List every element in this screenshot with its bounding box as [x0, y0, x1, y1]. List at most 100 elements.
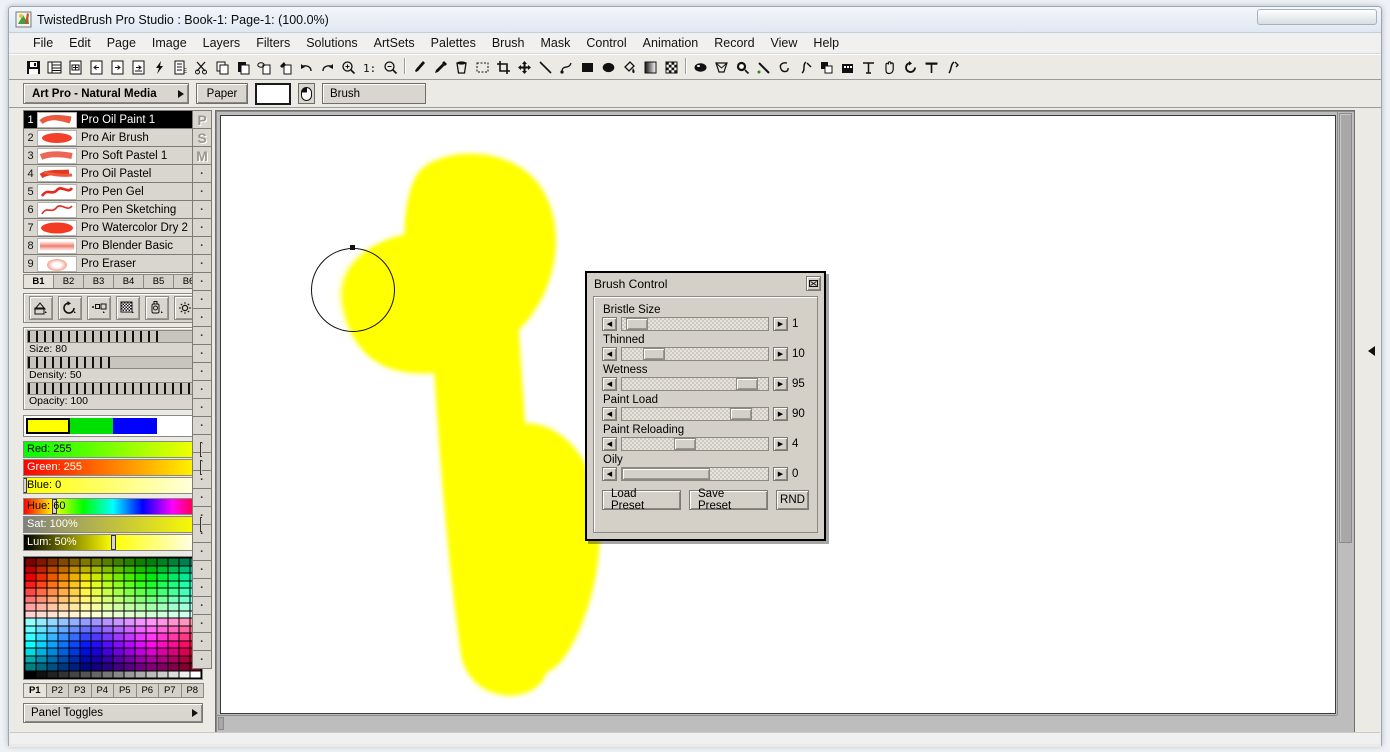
palette-cell[interactable]: [124, 610, 135, 618]
variant-cell[interactable]: ·: [192, 236, 212, 255]
palette-cell[interactable]: [69, 595, 80, 603]
eyedropper-icon[interactable]: [430, 57, 450, 77]
color-channel-green[interactable]: Green: 255: [23, 459, 203, 476]
scroll-right-arrow[interactable]: ▶: [773, 317, 788, 331]
variant-cell[interactable]: ·: [192, 524, 212, 543]
palette-cell[interactable]: [146, 573, 157, 581]
palette-cell[interactable]: [25, 580, 36, 588]
palette-cell[interactable]: [47, 625, 58, 633]
palette-cell[interactable]: [47, 618, 58, 626]
palette-cell[interactable]: [58, 580, 69, 588]
rotate-tool-icon[interactable]: [57, 296, 82, 320]
palette-cell[interactable]: [25, 640, 36, 648]
palette-cell[interactable]: [135, 625, 146, 633]
palette-cell[interactable]: [168, 648, 179, 656]
menu-animation[interactable]: Animation: [635, 34, 707, 52]
palette-tab-p7[interactable]: P7: [158, 683, 182, 698]
palette-cell[interactable]: [124, 633, 135, 641]
palette-cell[interactable]: [69, 625, 80, 633]
hand-icon[interactable]: [879, 57, 899, 77]
palette-cell[interactable]: [124, 565, 135, 573]
book-icon[interactable]: [44, 57, 64, 77]
palette-cell[interactable]: [168, 610, 179, 618]
palette-cell[interactable]: [58, 633, 69, 641]
palette-cell[interactable]: [80, 603, 91, 611]
palette-cell[interactable]: [135, 663, 146, 671]
palette-cell[interactable]: [179, 648, 190, 656]
save-icon[interactable]: [23, 57, 43, 77]
brush-list-item[interactable]: 1 Pro Oil Paint 1: [23, 110, 203, 129]
variant-cell[interactable]: M: [192, 146, 212, 165]
palette-cell[interactable]: [179, 633, 190, 641]
paper-swatch[interactable]: [255, 82, 291, 105]
palette-cell[interactable]: [146, 565, 157, 573]
smudge-icon[interactable]: [774, 57, 794, 77]
palette-cell[interactable]: [25, 573, 36, 581]
palette-cell[interactable]: [80, 625, 91, 633]
palette-cell[interactable]: [157, 655, 168, 663]
menu-palettes[interactable]: Palettes: [423, 34, 484, 52]
variant-cell[interactable]: ·: [192, 380, 212, 399]
palette-cell[interactable]: [58, 610, 69, 618]
palette-cell[interactable]: [168, 573, 179, 581]
palette-cell[interactable]: [25, 603, 36, 611]
palette-cell[interactable]: [102, 625, 113, 633]
palette-cell[interactable]: [179, 640, 190, 648]
palette-cell[interactable]: [113, 580, 124, 588]
palette-cell[interactable]: [69, 633, 80, 641]
palette-cell[interactable]: [168, 558, 179, 566]
variant-cell[interactable]: P: [192, 110, 212, 129]
palette-cell[interactable]: [102, 648, 113, 656]
variant-cell[interactable]: ·: [192, 182, 212, 201]
palette-cell[interactable]: [58, 588, 69, 596]
palette-tab-p4[interactable]: P4: [90, 683, 114, 698]
palette-cell[interactable]: [91, 618, 102, 626]
scroll-left-arrow[interactable]: ◀: [602, 407, 617, 421]
palette-cell[interactable]: [102, 595, 113, 603]
palette-cell[interactable]: [124, 648, 135, 656]
canvas-vertical-scrollbar[interactable]: [1337, 112, 1353, 715]
variant-cell[interactable]: ·: [192, 650, 212, 669]
slider-track[interactable]: [27, 356, 199, 369]
palette-cell[interactable]: [179, 580, 190, 588]
palette-cell[interactable]: [113, 670, 124, 678]
palette-cell[interactable]: [146, 663, 157, 671]
brush-control-dialog[interactable]: Brush Control Bristle Size ◀ ▶ 1 Thinned ◀ ▶ 10…: [585, 271, 826, 541]
variant-cell[interactable]: ·: [192, 164, 212, 183]
palette-cell[interactable]: [69, 588, 80, 596]
wand-icon[interactable]: [753, 57, 773, 77]
color-channel-hue[interactable]: Hue: 60: [23, 498, 203, 515]
palette-cell[interactable]: [179, 670, 190, 678]
palette-cell[interactable]: [58, 670, 69, 678]
palette-cell[interactable]: [179, 603, 190, 611]
palette-cell[interactable]: [36, 640, 47, 648]
page-prev-icon[interactable]: [86, 57, 106, 77]
variant-cell[interactable]: ·: [192, 254, 212, 273]
menu-view[interactable]: View: [763, 34, 806, 52]
palette-cell[interactable]: [157, 633, 168, 641]
menu-solutions[interactable]: Solutions: [298, 34, 365, 52]
palette-cell[interactable]: [102, 565, 113, 573]
magnify-mask-icon[interactable]: [732, 57, 752, 77]
color-channel-sat[interactable]: Sat: 100%: [23, 516, 203, 533]
palette-cell[interactable]: [113, 573, 124, 581]
palette-cell[interactable]: [102, 633, 113, 641]
paper-button[interactable]: Paper: [196, 83, 248, 104]
palette-tab-p3[interactable]: P3: [68, 683, 92, 698]
palette-cell[interactable]: [146, 595, 157, 603]
palette-cell[interactable]: [69, 565, 80, 573]
load-preset-button[interactable]: Load Preset: [602, 488, 681, 512]
palette-cell[interactable]: [25, 618, 36, 626]
palette-cell[interactable]: [102, 655, 113, 663]
palette-cell[interactable]: [58, 663, 69, 671]
zoom-out-icon[interactable]: [380, 57, 400, 77]
palette-cell[interactable]: [124, 558, 135, 566]
palette-cell[interactable]: [113, 618, 124, 626]
stamp-icon[interactable]: [837, 57, 857, 77]
palette-cell[interactable]: [91, 625, 102, 633]
color-swatch[interactable]: [69, 418, 113, 434]
palette-cell[interactable]: [146, 558, 157, 566]
palette-cell[interactable]: [168, 595, 179, 603]
brush-set-tab-b5[interactable]: B5: [143, 274, 174, 289]
palette-cell[interactable]: [113, 663, 124, 671]
